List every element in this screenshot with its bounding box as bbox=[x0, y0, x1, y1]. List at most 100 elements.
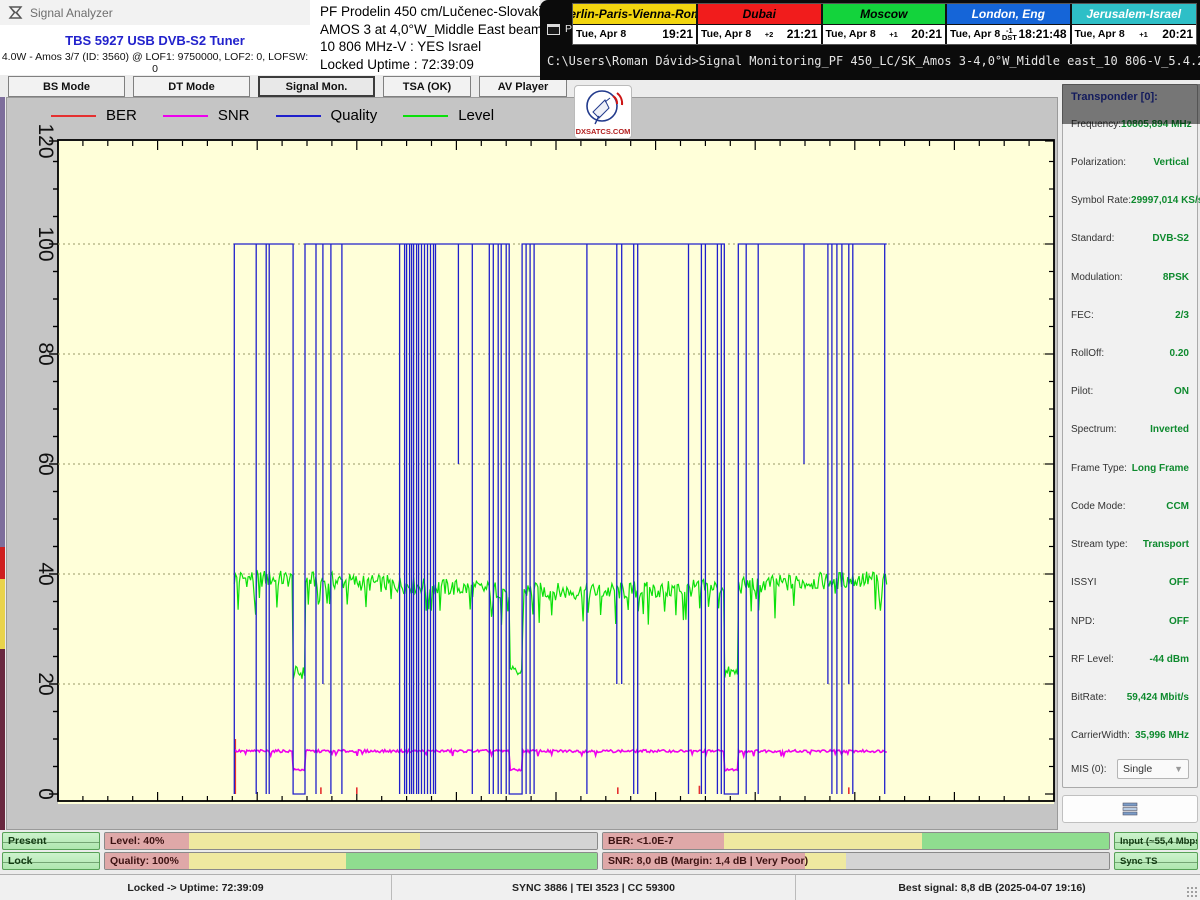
sidebar-row-value: Vertical bbox=[1153, 157, 1189, 168]
legend-item-quality: Quality bbox=[276, 107, 378, 124]
transponder-sidebar: Transponder [0]: Frequency:10805,894 MHz… bbox=[1062, 84, 1198, 788]
tuner-info: TBS 5927 USB DVB-S2 Tuner 4.0W - Amos 3/… bbox=[0, 25, 310, 75]
edge-red-segment bbox=[0, 547, 5, 579]
mis-row: MIS (0): Single ▼ bbox=[1071, 759, 1189, 779]
clock-time: 18:21:48 bbox=[1018, 27, 1066, 41]
tab-signal-mon-[interactable]: Signal Mon. bbox=[258, 76, 375, 97]
legend-item-snr: SNR bbox=[163, 107, 250, 124]
sidebar-row-label: Symbol Rate: bbox=[1071, 195, 1131, 206]
console-command-line[interactable]: C:\Users\Roman Dávid>Signal Monitoring_P… bbox=[547, 54, 1197, 68]
sidebar-row-label: BitRate: bbox=[1071, 692, 1107, 703]
sidebar-row: Code Mode: CCM bbox=[1071, 501, 1189, 512]
sidebar-row-label: Standard: bbox=[1071, 233, 1114, 244]
bar-quality: Quality: 100% bbox=[104, 852, 598, 870]
sidebar-row-value: 0.20 bbox=[1170, 348, 1189, 359]
y-axis-label-80: 80 bbox=[15, 324, 75, 384]
tuner-name: TBS 5927 USB DVB-S2 Tuner bbox=[0, 33, 310, 48]
clock-time-row: Tue, Apr 8+120:21 bbox=[823, 25, 946, 45]
y-axis-label-120: 120 bbox=[15, 111, 75, 171]
chevron-down-icon: ▼ bbox=[1174, 764, 1183, 774]
bar-label: BER: <1.0E-7 bbox=[608, 833, 674, 849]
sidebar-row-label: Spectrum: bbox=[1071, 424, 1117, 435]
sidebar-row-value: -44 dBm bbox=[1150, 654, 1189, 665]
logo-text: DXSATCS.COM bbox=[576, 127, 631, 136]
sidebar-row-label: Code Mode: bbox=[1071, 501, 1125, 512]
sidebar-row-value: Long Frame bbox=[1132, 463, 1189, 474]
sidebar-row-value: 35,996 MHz bbox=[1135, 730, 1189, 741]
signal-analyzer-window: Signal Analyzer TBS 5927 USB DVB-S2 Tune… bbox=[0, 0, 1200, 900]
sidebar-row-label: ISSYI bbox=[1071, 577, 1097, 588]
sidebar-row: CarrierWidth:35,996 MHz bbox=[1071, 730, 1189, 741]
sidebar-row-label: NPD: bbox=[1071, 616, 1095, 627]
tab-bs-mode[interactable]: BS Mode bbox=[8, 76, 125, 97]
bar-segment-green bbox=[922, 833, 1109, 849]
sidebar-row: ISSYI OFF bbox=[1071, 577, 1189, 588]
bar-segment-green bbox=[346, 853, 597, 869]
sidebar-row-value: OFF bbox=[1169, 577, 1189, 588]
status-badge-present: Present bbox=[2, 832, 100, 850]
sidebar-row: Standard: DVB-S2 bbox=[1071, 233, 1189, 244]
sidebar-row: BitRate: 59,424 Mbit/s bbox=[1071, 692, 1189, 703]
sidebar-row: Modulation:8PSK bbox=[1071, 272, 1189, 283]
transponder-title: Transponder [0]: bbox=[1071, 91, 1189, 103]
clock-moscow: MoscowTue, Apr 8+120:21 bbox=[823, 4, 948, 44]
resize-grip[interactable] bbox=[1186, 886, 1198, 898]
sidebar-row-value: 10805,894 MHz bbox=[1121, 119, 1192, 130]
status-row: LockQuality: 100%SNR: 8,0 dB (Margin: 1,… bbox=[0, 852, 1200, 870]
console-icon bbox=[547, 24, 560, 35]
edge-maroon-segment bbox=[0, 649, 5, 830]
sidebar-row: Spectrum: Inverted bbox=[1071, 424, 1189, 435]
bar-segment-yellow bbox=[189, 853, 346, 869]
session-info-line: Locked Uptime : 72:39:09 bbox=[320, 56, 540, 74]
clock-date: Tue, Apr 8 bbox=[950, 28, 1000, 40]
console-window[interactable]: Pri C:\Users\Roman Dávid>Signal Monitori… bbox=[540, 0, 1200, 80]
clock-city-label: Dubai bbox=[698, 4, 821, 24]
clock-time-row: Tue, Apr 8+120:21 bbox=[1072, 25, 1197, 45]
clock-dubai: DubaiTue, Apr 8+221:21 bbox=[698, 4, 823, 44]
sidebar-row-value: 59,424 Mbit/s bbox=[1127, 692, 1189, 703]
sidebar-row-label: FEC: bbox=[1071, 310, 1094, 321]
sidebar-row-value: DVB-S2 bbox=[1152, 233, 1189, 244]
sidebar-row: Pilot:ON bbox=[1071, 386, 1189, 397]
sidebar-row-value: Inverted bbox=[1150, 424, 1189, 435]
mis-dropdown[interactable]: Single ▼ bbox=[1117, 759, 1189, 779]
clock-date: Tue, Apr 8 bbox=[1075, 28, 1125, 40]
clock-utc-offset: -1DST bbox=[1000, 27, 1018, 41]
mode-tabs: BS ModeDT ModeSignal Mon.TSA (OK)AV Play… bbox=[8, 76, 567, 97]
statusbar-uptime: Locked -> Uptime: 72:39:09 bbox=[0, 875, 392, 900]
clock-time-row: Tue, Apr 8-1DST18:21:48 bbox=[947, 25, 1070, 45]
session-info-line: PF Prodelin 450 cm/Lučenec-Slovakia bbox=[320, 3, 540, 21]
y-axis-label-40: 40 bbox=[15, 544, 75, 604]
sidebar-row: Symbol Rate:29997,014 KS/s bbox=[1071, 195, 1189, 206]
window-title: Signal Analyzer bbox=[30, 6, 113, 20]
titlebar[interactable]: Signal Analyzer bbox=[0, 0, 310, 25]
app-icon bbox=[8, 5, 23, 20]
legend-swatch bbox=[403, 115, 448, 117]
bar-segment-gray bbox=[846, 853, 1109, 869]
clock-city-label: London, Eng bbox=[947, 4, 1070, 24]
bar-segment-yellow bbox=[189, 833, 420, 849]
sidebar-tool-button[interactable] bbox=[1062, 795, 1198, 823]
sidebar-row: Polarization:Vertical bbox=[1071, 157, 1189, 168]
sidebar-row-label: Modulation: bbox=[1071, 272, 1123, 283]
sidebar-row-value: CCM bbox=[1166, 501, 1189, 512]
y-axis-label-100: 100 bbox=[15, 214, 75, 274]
sidebar-row: NPD:OFF bbox=[1071, 616, 1189, 627]
status-badge-input-55-4-mbps-: Input (~55,4 Mbps) bbox=[1114, 832, 1198, 850]
sidebar-row: Stream type:Transport bbox=[1071, 539, 1189, 550]
sidebar-row: FEC:2/3 bbox=[1071, 310, 1189, 321]
bar-segment-gray bbox=[420, 833, 597, 849]
sidebar-row-value: Transport bbox=[1143, 539, 1189, 550]
clock-utc-offset: +1 bbox=[876, 31, 912, 38]
clock-time-row: Tue, Apr 8+221:21 bbox=[698, 25, 821, 45]
tab-tsa-ok-[interactable]: TSA (OK) bbox=[383, 76, 471, 97]
session-info-line: AMOS 3 at 4,0°W_Middle East beam bbox=[320, 21, 540, 39]
clock-utc-offset: +2 bbox=[751, 31, 787, 38]
edge-yellow-segment bbox=[0, 579, 5, 649]
status-badge-sync-ts: Sync TS bbox=[1114, 852, 1198, 870]
clock-utc-offset: +1 bbox=[1125, 31, 1163, 38]
tab-dt-mode[interactable]: DT Mode bbox=[133, 76, 250, 97]
chart-legend: BERSNRQualityLevel bbox=[51, 107, 494, 124]
sidebar-row-value: 29997,014 KS/s bbox=[1131, 195, 1200, 206]
status-badge-lock: Lock bbox=[2, 852, 100, 870]
